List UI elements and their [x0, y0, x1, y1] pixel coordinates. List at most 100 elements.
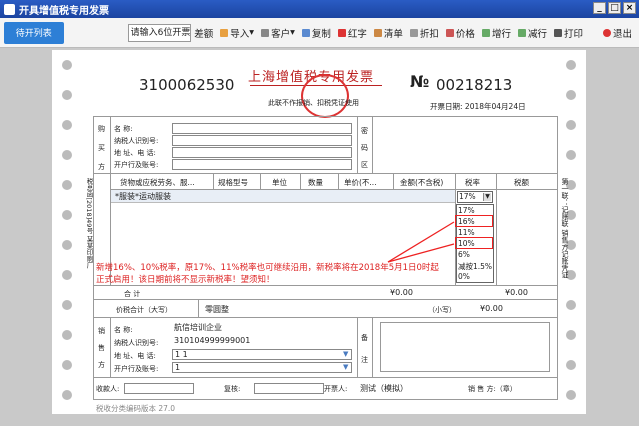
col-line: [338, 173, 339, 191]
import-button[interactable]: 导入 ▾: [220, 26, 254, 40]
header-amount: 金额(不含税): [400, 178, 444, 187]
seller-top-line: [93, 317, 558, 318]
password-char: 码: [361, 144, 368, 152]
reviewer-input[interactable]: [254, 383, 324, 394]
customer-button[interactable]: 客户 ▾: [261, 26, 295, 40]
header-unit: 单位: [272, 178, 287, 187]
buyer-name-input[interactable]: [172, 123, 352, 134]
remarks-divider-right: [372, 317, 373, 377]
hole-icon: [62, 360, 72, 370]
chevron-down-icon[interactable]: ▼: [343, 363, 348, 371]
print-button[interactable]: 打印: [553, 26, 583, 40]
maximize-button[interactable]: □: [608, 2, 621, 14]
invoice-code-input[interactable]: 请输入6位开票代码: [127, 23, 192, 42]
buyer-name-label: 名 称:: [114, 125, 133, 133]
payee-label: 收款人:: [96, 385, 120, 393]
tax-rate-option[interactable]: 17%: [458, 206, 475, 215]
payee-input[interactable]: [124, 383, 194, 394]
add-row-button[interactable]: 增行: [481, 26, 511, 40]
list-button[interactable]: 清单: [373, 26, 403, 40]
hole-icon: [566, 300, 576, 310]
total-words-label: 价税合计（大写）: [116, 306, 172, 314]
buyer-address-input[interactable]: [172, 147, 352, 158]
version-text: 税收分类编码版本 27.0: [96, 404, 176, 413]
col-line: [393, 173, 394, 191]
hole-icon: [62, 90, 72, 100]
password-divider-left: [357, 116, 358, 173]
red-invoice-label: 红字: [347, 28, 367, 40]
buyer-address-label: 地 址、电 话:: [114, 149, 156, 157]
remove-row-button[interactable]: 减行: [517, 26, 547, 40]
minimize-button[interactable]: _: [593, 2, 606, 14]
tax-rate-value: 17%: [459, 192, 476, 201]
password-char: 区: [361, 161, 368, 169]
buyer-bank-input[interactable]: [172, 159, 352, 170]
window-title: 开具增值税专用发票: [19, 5, 109, 17]
tax-rate-option[interactable]: 11%: [458, 228, 475, 237]
buyer-tax-id-label: 纳税人识别号:: [114, 137, 159, 145]
tax-rate-notice: 新增16%、10%税率，原17%、11%税率也可继续沿用，新税率将在2018年5…: [96, 262, 439, 286]
hole-icon: [566, 330, 576, 340]
header-goods: 货物或应税劳务、服...: [120, 178, 195, 187]
exit-button[interactable]: 退出: [602, 26, 632, 40]
drawer-label: 开票人:: [324, 385, 348, 393]
price-icon: [445, 28, 454, 37]
price-button[interactable]: 价格: [445, 26, 475, 40]
chevron-down-icon[interactable]: ▼: [343, 350, 348, 358]
import-label: 导入: [230, 28, 250, 40]
seller-name-field[interactable]: 航信培训企业: [172, 323, 352, 334]
date-label: 开票日期:: [430, 102, 463, 111]
total-label: 合 计: [124, 290, 141, 298]
balance-label: 差额: [194, 28, 214, 40]
remarks-divider-left: [357, 317, 358, 377]
pending-list-button[interactable]: 待开列表: [4, 21, 64, 44]
hole-icon: [62, 270, 72, 280]
date-value: 2018年04月24日: [464, 102, 526, 111]
tax-rate-option[interactable]: 减按1.5%: [458, 261, 492, 272]
discount-button[interactable]: 折扣: [409, 26, 439, 40]
close-button[interactable]: ×: [623, 2, 636, 14]
print-label: 打印: [563, 28, 583, 40]
remarks-input[interactable]: [380, 322, 550, 372]
hole-icon: [62, 120, 72, 130]
password-char: 密: [361, 127, 368, 135]
hole-icon: [62, 300, 72, 310]
tax-rate-option[interactable]: 0%: [458, 272, 470, 281]
customer-icon: [261, 28, 270, 37]
tax-rate-select[interactable]: 17% ▼: [457, 191, 493, 203]
hole-icon: [62, 210, 72, 220]
buyer-bank-label: 开户行及账号:: [114, 161, 159, 169]
discount-icon: [409, 28, 418, 37]
seller-tax-id-field[interactable]: 310104999999001: [172, 336, 352, 347]
chevron-down-icon[interactable]: ▼: [483, 193, 491, 201]
buyer-char: 买: [98, 144, 105, 152]
red-invoice-button[interactable]: 红字: [337, 26, 367, 40]
add-row-icon: [481, 28, 490, 37]
hole-icon: [62, 60, 72, 70]
header-spec: 规格型号: [218, 178, 248, 187]
hole-icon: [566, 150, 576, 160]
seller-address-field[interactable]: 1 1: [172, 349, 352, 360]
total-words: 零圆整: [205, 305, 229, 314]
copy-side-text: 第一联：记账联 销售方记账凭证: [561, 178, 569, 279]
price-label: 价格: [455, 28, 475, 40]
seller-char: 售: [98, 344, 105, 352]
hole-icon: [566, 360, 576, 370]
table-row[interactable]: *服装*运动服装: [111, 190, 455, 203]
import-icon: [220, 28, 229, 37]
title-bar: 开具增值税专用发票 _ □ ×: [0, 0, 639, 18]
balance-button[interactable]: 差额: [194, 26, 213, 40]
col-line: [260, 173, 261, 191]
total-small-label: （小写）: [428, 306, 456, 314]
seller-bank-field[interactable]: 1: [172, 362, 352, 373]
col-line: [300, 173, 301, 191]
buyer-tax-id-input[interactable]: [172, 135, 352, 146]
drawer-value: 测试（模拟）: [360, 384, 408, 393]
buyer-bottom-line: [93, 173, 558, 174]
seller-name-label: 名 称:: [114, 326, 133, 334]
password-divider-right: [372, 116, 373, 173]
buyer-char: 方: [98, 163, 105, 171]
seller-char: 销: [98, 327, 105, 335]
invoice-number: 00218213: [436, 76, 513, 94]
copy-button[interactable]: 复制: [301, 26, 331, 40]
